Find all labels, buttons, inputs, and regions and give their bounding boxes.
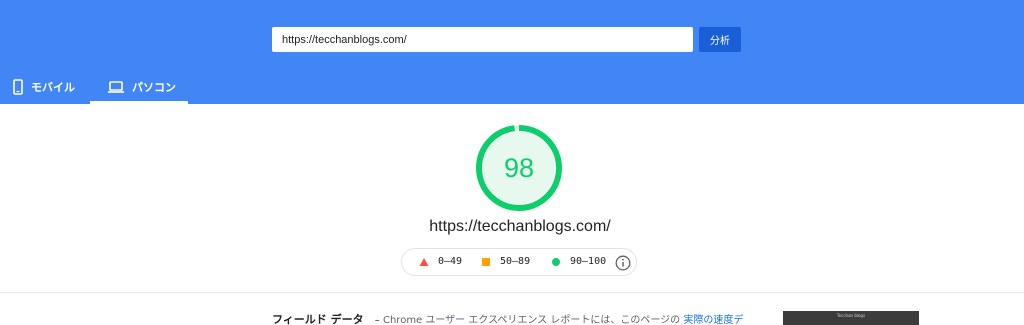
tab-desktop-label: パソコン [132,81,176,94]
thumbnail-caption: Tecchan blogs [836,313,866,318]
analyze-button[interactable]: 分析 [699,27,741,52]
field-data-title: フィールド データ [272,313,364,325]
legend-average-label: 50–89 [500,256,531,267]
field-data-dash: – [374,315,380,325]
page-thumbnail: Tecchan blogs [783,311,919,325]
legend-pass-label: 90–100 [570,256,607,267]
legend-pass: 90–100 [551,256,606,267]
smartphone-icon [13,79,23,95]
performance-score: 98 [503,152,535,183]
circle-icon [552,257,560,266]
tab-mobile-label: モバイル [31,81,75,94]
legend-fail-label: 0–49 [438,256,463,267]
tab-mobile[interactable]: モバイル [0,70,90,104]
legend-average: 50–89 [481,256,530,267]
square-icon [482,257,490,266]
report-url: https://tecchanblogs.com/ [429,218,611,235]
tab-desktop[interactable]: パソコン [90,70,188,104]
triangle-icon [419,257,429,266]
score-legend: 0–49 50–89 90–100 [401,248,637,276]
header-bar: 分析 モバイル パソコン [0,0,1024,104]
section-divider [0,292,1024,293]
legend-fail: 0–49 [419,256,462,267]
url-input[interactable] [272,27,693,52]
field-data-text: Chrome ユーザー エクスペリエンス レポートには、このページの [382,315,681,325]
field-data-row: フィールド データ – Chrome ユーザー エクスペリエンス レポートには、… [272,311,743,325]
info-icon[interactable] [615,255,631,271]
field-data-link[interactable]: 実際の速度デ [683,315,743,325]
laptop-icon [108,81,124,93]
